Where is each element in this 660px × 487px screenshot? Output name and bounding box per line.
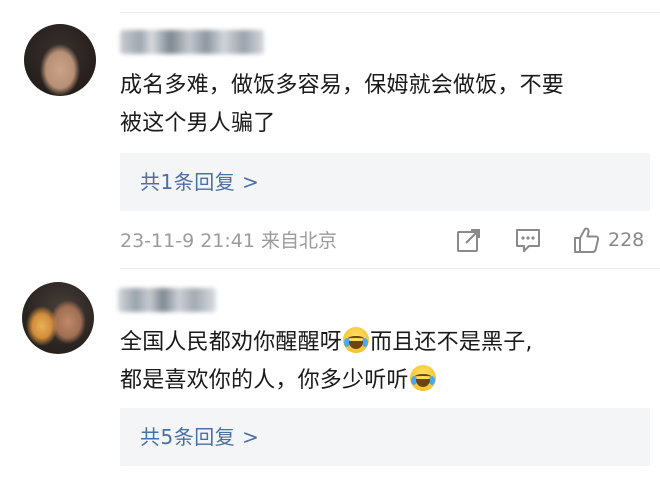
comment-text-segment: 都是喜欢你的人，你多少听听 [120,368,409,393]
timestamp: 23-11-9 21:41 [120,230,255,252]
thumbs-up-icon [574,227,600,253]
share-icon [457,229,480,252]
comment-text-segment: 而且还不是黑子, [370,330,533,355]
like-count: 228 [608,229,645,251]
comment-button[interactable] [514,224,542,256]
comment-text-line: 全国人民都劝你醒醒呀 而且还不是黑子, [120,324,645,362]
comment-text: 成名多难，做饭多容易，保姆就会做饭，不要 被这个男人骗了 [120,67,645,143]
view-replies-link[interactable]: 共1条回复 > [140,153,259,211]
comment-text-line: 被这个男人骗了 [120,111,276,136]
like-button[interactable]: 228 [572,224,644,256]
face-with-tears-of-joy-icon [343,327,370,353]
reply-box[interactable]: 共1条回复 > [120,153,650,211]
comment-icon [516,229,540,252]
share-button[interactable] [456,224,482,256]
comment-text-line: 都是喜欢你的人，你多少听听 [120,362,645,400]
comment-divider [120,268,660,269]
view-replies-link[interactable]: 共5条回复 > [140,408,259,466]
comment-text: 全国人民都劝你醒醒呀 而且还不是黑子, 都是喜欢你的人，你多少听听 [120,324,645,400]
face-with-tears-of-joy-icon [409,365,436,391]
comment-text-segment: 全国人民都劝你醒醒呀 [120,330,343,355]
username-redacted[interactable] [118,288,216,312]
location: 来自北京 [261,230,338,252]
avatar[interactable] [22,282,94,354]
avatar[interactable] [24,24,96,96]
username-redacted[interactable] [120,30,264,54]
comment-meta: 23-11-9 21:41 来自北京 [120,226,337,256]
top-divider [120,12,660,13]
comment-text-line: 成名多难，做饭多容易，保姆就会做饭，不要 [120,73,565,98]
reply-box[interactable]: 共5条回复 > [120,408,650,466]
